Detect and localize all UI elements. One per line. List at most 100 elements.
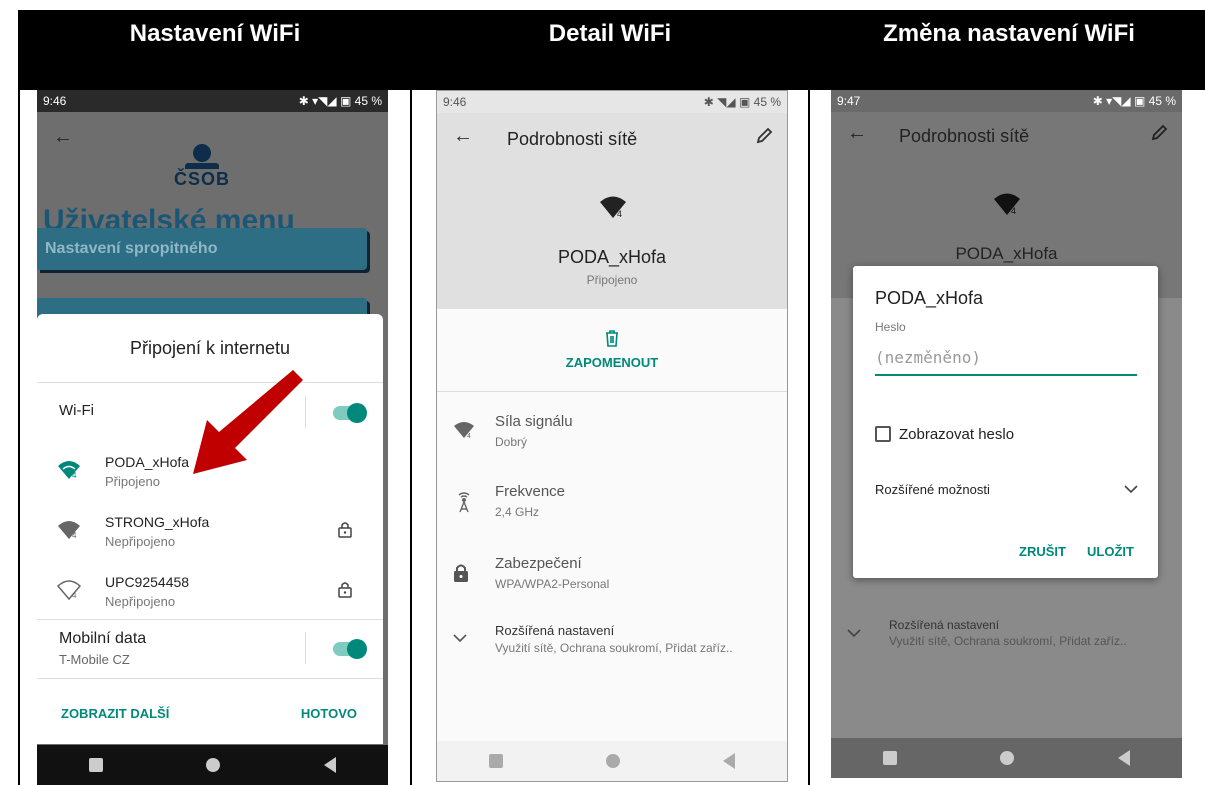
password-label: Heslo bbox=[875, 320, 906, 334]
table-border-1 bbox=[410, 90, 412, 785]
android-nav-bar bbox=[437, 741, 787, 781]
mobile-data-toggle[interactable] bbox=[333, 639, 367, 659]
wifi-network-icon: 4 bbox=[993, 192, 1021, 216]
wifi-network-icon: 4 bbox=[599, 195, 627, 219]
page-title: Podrobnosti sítě bbox=[899, 126, 1030, 146]
detail-label: Frekvence bbox=[495, 483, 566, 500]
network-name: STRONG_xHofa bbox=[105, 514, 210, 530]
network-status: Nepřipojeno bbox=[105, 534, 176, 549]
detail-value: WPA/WPA2-Personal bbox=[495, 577, 610, 591]
header-row: Nastavení WiFi Detail WiFi Změna nastave… bbox=[18, 10, 1205, 90]
back-nav-icon[interactable] bbox=[1118, 750, 1131, 766]
dialog-title: PODA_xHofa bbox=[875, 288, 984, 308]
mobile-carrier: T-Mobile CZ bbox=[59, 652, 130, 667]
lock-icon bbox=[337, 580, 353, 598]
menu-item-tip-settings[interactable]: Nastavení spropitného bbox=[37, 228, 367, 270]
forget-button[interactable]: ZAPOMENOUT bbox=[437, 355, 787, 370]
advanced-label: Rozšířená nastavení bbox=[495, 623, 615, 638]
wifi-label: Wi-Fi bbox=[59, 402, 94, 419]
status-icons: ✱ ▾◥◢ ▣ 45 % bbox=[298, 94, 382, 108]
antenna-icon bbox=[453, 491, 475, 513]
divider bbox=[37, 678, 383, 679]
chevron-down-icon bbox=[847, 628, 861, 638]
toggle-knob bbox=[347, 403, 367, 423]
recent-apps-icon[interactable] bbox=[88, 758, 103, 772]
csob-logo: ČSOB bbox=[172, 144, 232, 190]
column-title-wifi-settings: Nastavení WiFi bbox=[129, 20, 301, 47]
divider bbox=[437, 391, 787, 392]
toggle-knob bbox=[347, 639, 367, 659]
edit-pencil-icon[interactable] bbox=[1150, 124, 1168, 142]
divider-vertical bbox=[305, 396, 306, 428]
home-icon[interactable] bbox=[206, 758, 221, 772]
show-password-checkbox[interactable] bbox=[875, 426, 891, 442]
back-nav-icon[interactable] bbox=[324, 757, 337, 773]
page-title: Podrobnosti sítě bbox=[507, 129, 638, 149]
wifi-network-row[interactable]: 4 UPC9254458 Nepřipojeno bbox=[37, 570, 383, 626]
mobile-data-label: Mobilní data bbox=[59, 630, 147, 647]
recent-apps-icon[interactable] bbox=[488, 754, 503, 768]
status-icons: ✱ ▾◥◢ ▣ 45 % bbox=[1092, 94, 1176, 108]
network-name: PODA_xHofa bbox=[955, 244, 1058, 263]
wifi-outline-icon: 4 bbox=[57, 580, 81, 600]
status-icons: ✱ ◥◢ ▣ 45 % bbox=[703, 95, 781, 109]
status-bar: 9:46 ✱ ▾◥◢ ▣ 45 % bbox=[37, 90, 388, 112]
status-time: 9:46 bbox=[43, 94, 67, 108]
detail-label: Zabezpečení bbox=[495, 555, 582, 572]
advanced-settings-row[interactable]: Rozšířená nastavení Využití sítě, Ochran… bbox=[437, 615, 787, 675]
red-arrow-annotation bbox=[185, 362, 305, 482]
back-arrow-icon[interactable]: ← bbox=[53, 126, 73, 149]
svg-text:4: 4 bbox=[72, 531, 77, 540]
cancel-button[interactable]: ZRUŠIT bbox=[1019, 544, 1066, 559]
network-status: Připojeno bbox=[105, 474, 160, 489]
show-more-button[interactable]: ZOBRAZIT DALŠÍ bbox=[61, 706, 169, 721]
column-title-wifi-change: Změna nastavení WiFi bbox=[883, 20, 1135, 47]
wifi-toggle[interactable] bbox=[333, 403, 367, 423]
table-border-left bbox=[18, 90, 20, 785]
lock-icon bbox=[453, 563, 469, 583]
network-header: ← Podrobnosti sítě 4 PODA_xHofa Připojen… bbox=[437, 113, 787, 309]
chevron-down-icon bbox=[453, 633, 467, 643]
svg-text:4: 4 bbox=[72, 591, 77, 600]
svg-text:4: 4 bbox=[467, 433, 471, 439]
signal-icon: 4 bbox=[453, 421, 475, 439]
home-icon[interactable] bbox=[605, 754, 620, 768]
advanced-label: Rozšířená nastavení bbox=[889, 618, 1000, 632]
divider bbox=[37, 619, 383, 620]
back-arrow-icon[interactable]: ← bbox=[847, 122, 867, 145]
divider-vertical bbox=[305, 632, 306, 664]
detail-label: Síla signálu bbox=[495, 413, 573, 430]
status-bar: 9:46 ✱ ◥◢ ▣ 45 % bbox=[437, 91, 787, 113]
svg-text:4: 4 bbox=[1011, 206, 1016, 216]
network-status: Nepřipojeno bbox=[105, 594, 176, 609]
status-bar: 9:47 ✱ ▾◥◢ ▣ 45 % bbox=[831, 90, 1182, 112]
svg-text:4: 4 bbox=[617, 209, 622, 219]
password-input[interactable]: (nezměněno) bbox=[875, 344, 1137, 376]
save-button[interactable]: ULOŽIT bbox=[1087, 544, 1134, 559]
detail-value: 2,4 GHz bbox=[495, 505, 540, 519]
phone-screen-wifi-detail: 9:46 ✱ ◥◢ ▣ 45 % ← Podrobnosti sítě 4 PO… bbox=[436, 90, 788, 782]
status-time: 9:46 bbox=[443, 95, 467, 109]
status-time: 9:47 bbox=[837, 94, 861, 108]
advanced-options-label[interactable]: Rozšířené možnosti bbox=[875, 482, 990, 497]
back-nav-icon[interactable] bbox=[723, 753, 736, 769]
wifi-edit-dialog: PODA_xHofa Heslo (nezměněno) Zobrazovat … bbox=[853, 266, 1158, 578]
recent-apps-icon[interactable] bbox=[882, 751, 897, 765]
back-arrow-icon[interactable]: ← bbox=[453, 125, 473, 148]
done-button[interactable]: HOTOVO bbox=[301, 706, 357, 721]
home-icon[interactable] bbox=[1000, 751, 1015, 765]
trash-icon[interactable] bbox=[604, 329, 620, 347]
wifi-icon: 4 bbox=[57, 520, 81, 540]
chevron-down-icon[interactable] bbox=[1124, 484, 1138, 494]
advanced-value: Využití sítě, Ochrana soukromí, Přidat z… bbox=[889, 634, 1127, 648]
android-nav-bar bbox=[37, 745, 388, 785]
phone-screen-wifi-change: 9:47 ✱ ▾◥◢ ▣ 45 % ← Podrobnosti sítě 4 P… bbox=[831, 90, 1182, 778]
table-border-2 bbox=[808, 90, 810, 785]
android-nav-bar bbox=[831, 738, 1182, 778]
svg-text:4: 4 bbox=[72, 471, 77, 480]
detail-row-frequency: Frekvence 2,4 GHz bbox=[437, 475, 787, 535]
wifi-network-row[interactable]: 4 STRONG_xHofa Nepřipojeno bbox=[37, 510, 383, 566]
network-status: Připojeno bbox=[586, 273, 638, 287]
network-name: PODA_xHofa bbox=[557, 247, 667, 267]
edit-pencil-icon[interactable] bbox=[755, 127, 773, 145]
